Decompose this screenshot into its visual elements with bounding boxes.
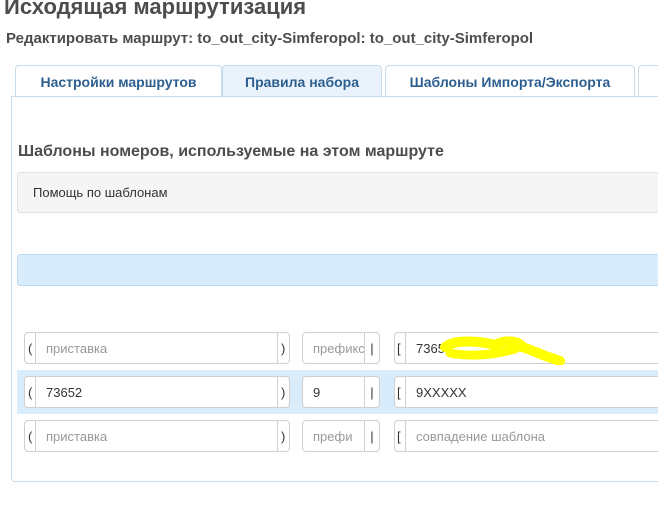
close-paren-addon: ) xyxy=(277,332,290,364)
section-title: Шаблоны номеров, используемые на этом ма… xyxy=(18,143,444,160)
prefix-input[interactable]: префикс xyxy=(302,332,365,364)
close-paren-addon: ) xyxy=(277,376,290,408)
prefix-input[interactable]: 9 xyxy=(302,376,365,408)
tab-dial-rules[interactable]: Правила набора xyxy=(222,65,382,98)
tab-import-export[interactable]: Шаблоны Импорта/Экспорта xyxy=(385,65,635,97)
pipe-addon: | xyxy=(364,376,380,408)
tab-overflow[interactable] xyxy=(638,65,658,97)
match-pattern-input[interactable]: 9XXXXX xyxy=(405,376,658,408)
tab-route-settings[interactable]: Настройки маршрутов xyxy=(15,65,222,97)
prepend-input[interactable]: 73652 xyxy=(35,376,278,408)
pattern-help-button[interactable]: Помощь по шаблонам xyxy=(17,172,658,213)
match-pattern-input[interactable]: совпадение шаблона xyxy=(405,420,658,452)
pipe-addon: | xyxy=(364,332,380,364)
prepend-input[interactable]: приставка xyxy=(35,420,278,452)
yellow-scribble-redaction xyxy=(440,336,565,365)
info-bar xyxy=(17,254,658,286)
prefix-input[interactable]: префи xyxy=(302,420,365,452)
pipe-addon: | xyxy=(364,420,380,452)
close-paren-addon: ) xyxy=(277,420,290,452)
prepend-input[interactable]: приставка xyxy=(35,332,278,364)
page-subtitle: Редактировать маршрут: to_out_city-Simfe… xyxy=(6,30,534,47)
page-title: Исходящая маршрутизация xyxy=(4,0,307,19)
